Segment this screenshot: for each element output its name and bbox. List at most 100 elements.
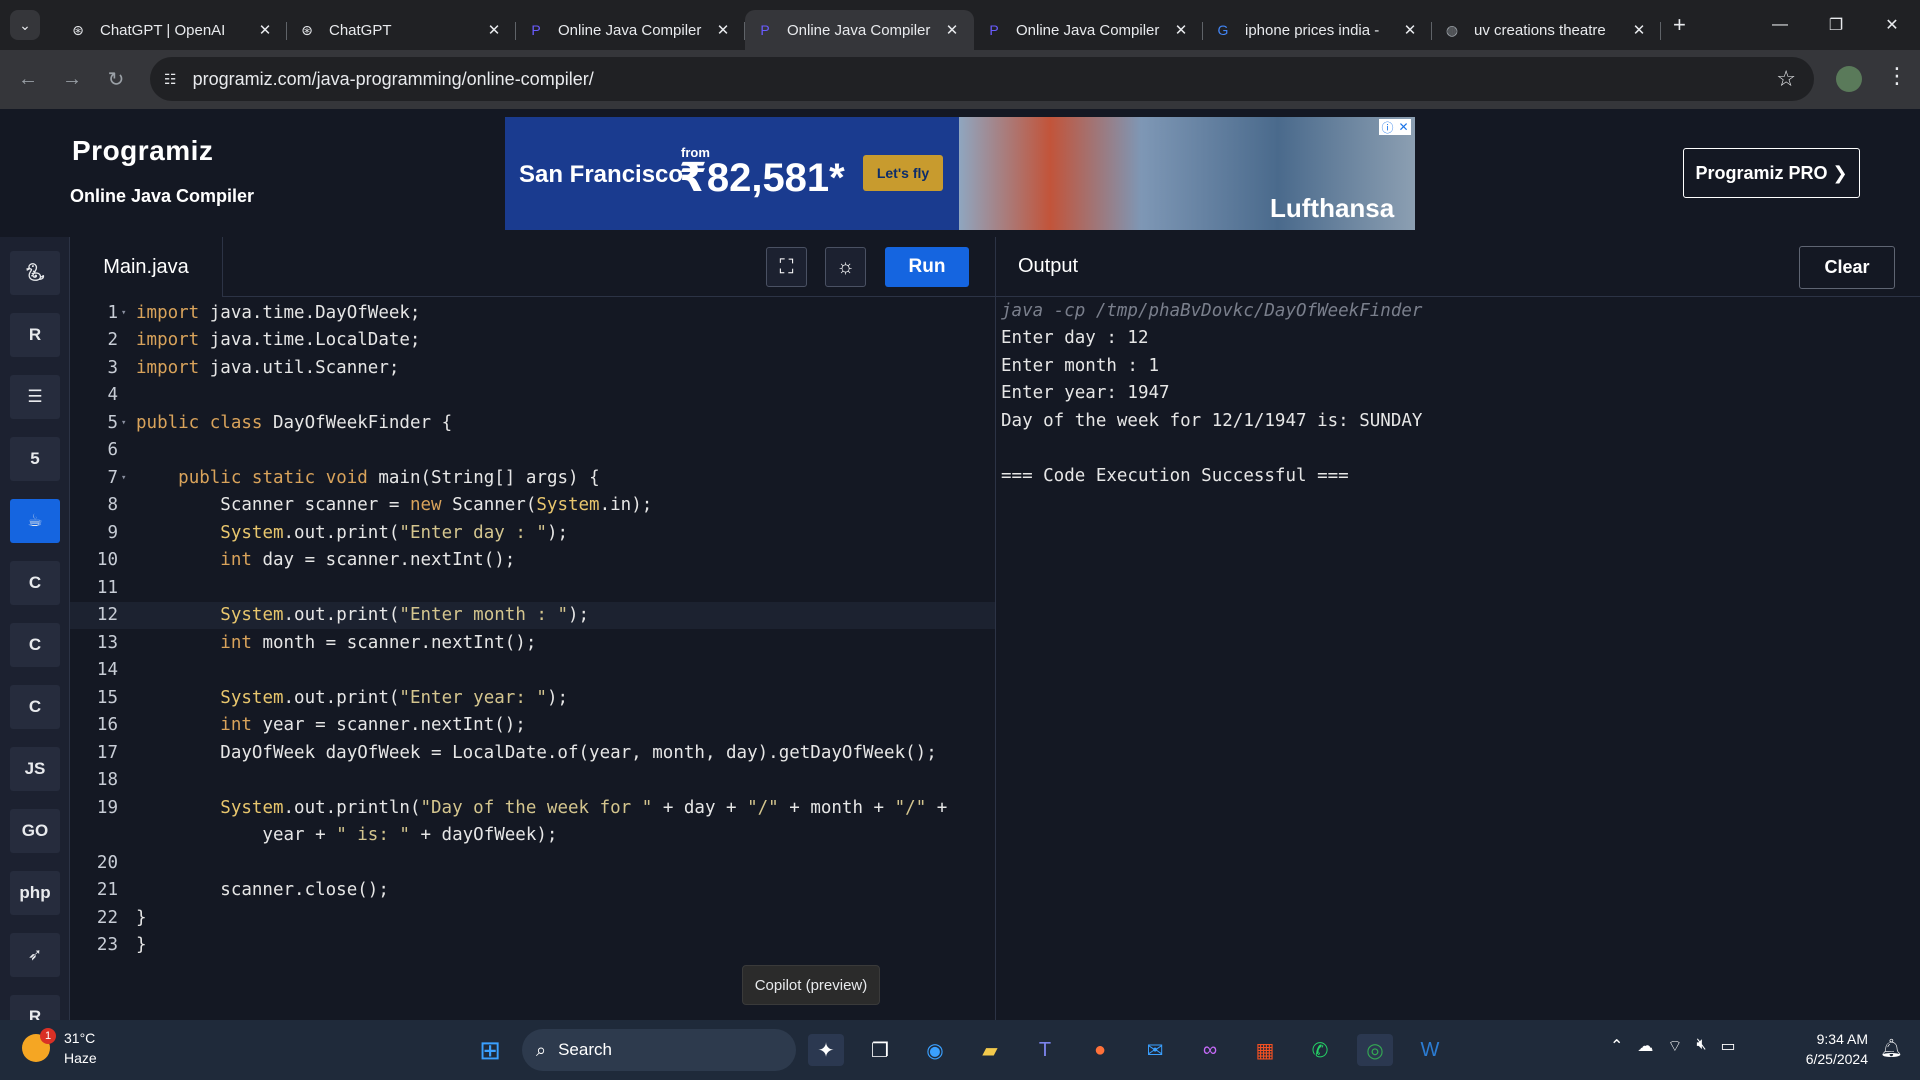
wifi-icon[interactable]: ⌔	[1667, 1036, 1682, 1056]
close-tab-icon[interactable]: ✕	[713, 21, 733, 39]
file-tab-main-java[interactable]: Main.java	[70, 237, 223, 297]
ad-choices-icon[interactable]: ⓘ ✕	[1379, 119, 1411, 135]
forward-button[interactable]: →	[50, 68, 94, 91]
output-console[interactable]: java -cp /tmp/phaBvDovkc/DayOfWeekFinder…	[1001, 297, 1422, 490]
browser-tab[interactable]: P Online Java Compiler ✕	[745, 10, 974, 50]
browser-menu-icon[interactable]: ⋮	[1886, 63, 1908, 89]
fold-arrow-icon[interactable]: ▾	[118, 473, 136, 483]
language-c-icon[interactable]: C	[10, 561, 60, 605]
code-line[interactable]: 11	[70, 574, 995, 601]
language-go-icon[interactable]: GO	[10, 809, 60, 853]
language-sql-icon[interactable]: ☰	[10, 375, 60, 419]
browser-tab[interactable]: ⊛ ChatGPT | OpenAI ✕	[58, 10, 287, 50]
windows-start-icon[interactable]: ⊞	[472, 1034, 508, 1066]
site-info-icon[interactable]: ☷	[164, 71, 177, 88]
url-text[interactable]: programiz.com/java-programming/online-co…	[193, 69, 594, 90]
back-button[interactable]: ←	[6, 68, 50, 91]
code-line[interactable]: 2 import java.time.LocalDate;	[70, 327, 995, 354]
language-r-icon[interactable]: R	[10, 313, 60, 357]
fold-arrow-icon[interactable]: ▾	[118, 308, 136, 318]
volume-muted-icon[interactable]: 🔇︎	[1696, 1036, 1706, 1056]
browser-tab[interactable]: P Online Java Compiler ✕	[974, 10, 1203, 50]
mail-icon[interactable]: ✉	[1137, 1034, 1173, 1066]
code-line[interactable]: 23}	[70, 932, 995, 959]
tab-search-button[interactable]: ⌄	[10, 10, 40, 40]
minimize-button[interactable]: —	[1752, 0, 1808, 50]
fullscreen-icon[interactable]: ⛶	[766, 247, 807, 287]
language-swift-icon[interactable]: ➶	[10, 933, 60, 977]
run-button[interactable]: Run	[885, 247, 969, 287]
language-python-icon[interactable]: 🐍︎	[10, 251, 60, 295]
task-view-icon[interactable]: ❐	[862, 1034, 898, 1066]
chevron-up-icon[interactable]: ⌃	[1610, 1036, 1623, 1056]
code-line[interactable]: 10 int day = scanner.nextInt();	[70, 547, 995, 574]
reload-button[interactable]: ↻	[94, 67, 138, 92]
firefox-icon[interactable]: ●	[1082, 1034, 1118, 1066]
profile-avatar[interactable]	[1836, 66, 1862, 92]
onedrive-icon[interactable]: ☁	[1637, 1036, 1653, 1056]
language-html-icon[interactable]: 5	[10, 437, 60, 481]
fold-arrow-icon[interactable]: ▾	[118, 418, 136, 428]
browser-tab[interactable]: Giphone prices india - ✕	[1203, 10, 1432, 50]
ad-cta-button[interactable]: Let's fly	[863, 155, 943, 191]
browser-tab[interactable]: ⊛ ChatGPT ✕	[287, 10, 516, 50]
language-csharp-icon[interactable]: C	[10, 685, 60, 729]
code-line[interactable]: 1 ▾ import java.time.DayOfWeek;	[70, 299, 995, 326]
notification-bell-icon[interactable]: 🔔︎	[1880, 1038, 1903, 1059]
code-line[interactable]: 13 int month = scanner.nextInt();	[70, 629, 995, 656]
restore-button[interactable]: ❐	[1808, 0, 1864, 50]
close-tab-icon[interactable]: ✕	[1629, 21, 1649, 39]
code-line[interactable]: 22}	[70, 904, 995, 931]
clear-button[interactable]: Clear	[1799, 246, 1895, 289]
programiz-pro-button[interactable]: Programiz PRO ❯	[1683, 148, 1860, 198]
code-line[interactable]: 6	[70, 437, 995, 464]
code-line[interactable]: 7 ▾ public static void main(String[] args…	[70, 464, 995, 491]
code-line[interactable]: 5 ▾ public class DayOfWeekFinder {	[70, 409, 995, 436]
language-cpp-icon[interactable]: C	[10, 623, 60, 667]
close-window-button[interactable]: ✕	[1864, 0, 1920, 50]
copilot-icon[interactable]: ✦	[808, 1034, 844, 1066]
clipchamp-icon[interactable]: ∞	[1192, 1034, 1228, 1066]
battery-icon[interactable]: ▭	[1721, 1036, 1736, 1056]
teams-icon[interactable]: T	[1027, 1034, 1063, 1066]
new-tab-button[interactable]: +	[1673, 12, 1686, 38]
code-line[interactable]: year + " is: " + dayOfWeek);	[70, 822, 995, 849]
code-area[interactable]: 1 ▾ import java.time.DayOfWeek; 2 import jav…	[70, 297, 995, 1020]
whatsapp-icon[interactable]: ✆	[1302, 1034, 1338, 1066]
close-tab-icon[interactable]: ✕	[1171, 21, 1191, 39]
close-tab-icon[interactable]: ✕	[255, 21, 275, 39]
store-icon[interactable]: ▦	[1247, 1034, 1283, 1066]
taskbar-clock[interactable]: 9:34 AM 6/25/2024	[1790, 1029, 1868, 1069]
code-line[interactable]: 15 System.out.print("Enter year: ");	[70, 684, 995, 711]
close-tab-icon[interactable]: ✕	[1400, 21, 1420, 39]
code-line[interactable]: 4	[70, 382, 995, 409]
omnibox[interactable]: ☷ programiz.com/java-programming/online-…	[150, 57, 1814, 101]
code-line[interactable]: 17 DayOfWeek dayOfWeek = LocalDate.of(ye…	[70, 739, 995, 766]
code-line[interactable]: 21 scanner.close();	[70, 877, 995, 904]
close-tab-icon[interactable]: ✕	[484, 21, 504, 39]
code-line[interactable]: 3 import java.util.Scanner;	[70, 354, 995, 381]
code-line[interactable]: 19 System.out.println("Day of the week f…	[70, 794, 995, 821]
advertisement-banner[interactable]: San Francisco from ₹82,581* Let's fly Lu…	[505, 117, 1415, 230]
word-icon[interactable]: W	[1412, 1034, 1448, 1066]
close-tab-icon[interactable]: ✕	[942, 21, 962, 39]
edge-icon[interactable]: ◉	[917, 1034, 953, 1066]
taskbar-search[interactable]: ⌕ Search	[522, 1029, 796, 1071]
browser-tab[interactable]: ◍ uv creations theatre ✕	[1432, 10, 1661, 50]
code-line[interactable]: 8 Scanner scanner = new Scanner(System.i…	[70, 492, 995, 519]
code-line[interactable]: 14	[70, 657, 995, 684]
bookmark-star-icon[interactable]: ☆	[1776, 66, 1796, 92]
language-js-icon[interactable]: JS	[10, 747, 60, 791]
code-line[interactable]: 12 System.out.print("Enter month : ");	[70, 601, 995, 629]
file-explorer-icon[interactable]: ▰	[972, 1034, 1008, 1066]
programiz-logo[interactable]: Programiz	[72, 135, 213, 167]
code-line[interactable]: 20	[70, 849, 995, 876]
code-line[interactable]: 16 int year = scanner.nextInt();	[70, 712, 995, 739]
weather-widget[interactable]: 1 31°C Haze	[22, 1028, 97, 1068]
language-java-icon[interactable]: ☕︎	[10, 499, 60, 543]
chrome-icon[interactable]: ◎	[1357, 1034, 1393, 1066]
theme-toggle-sun-icon[interactable]: ☼	[825, 247, 866, 287]
language-php-icon[interactable]: php	[10, 871, 60, 915]
code-line[interactable]: 9 System.out.print("Enter day : ");	[70, 519, 995, 546]
browser-tab[interactable]: P Online Java Compiler ✕	[516, 10, 745, 50]
